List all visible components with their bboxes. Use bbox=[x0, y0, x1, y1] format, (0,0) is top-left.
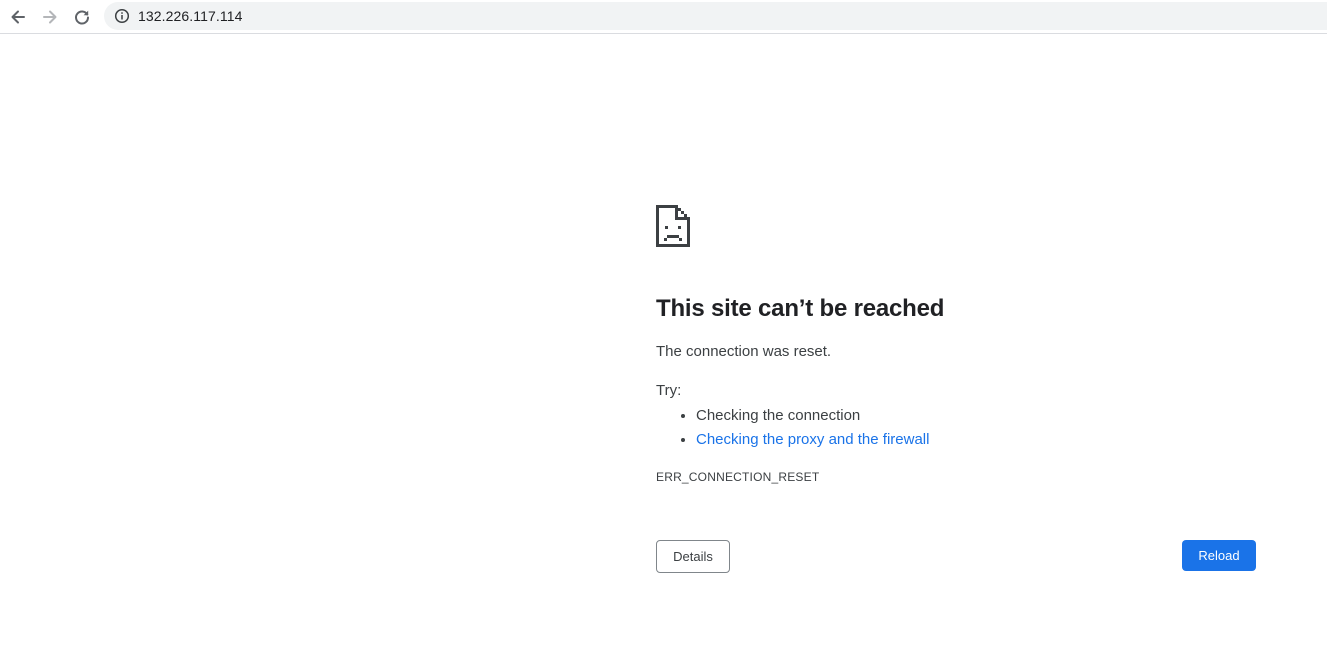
browser-toolbar: 132.226.117.114 bbox=[0, 0, 1327, 34]
arrow-right-icon bbox=[43, 10, 57, 24]
suggestion-text: Checking the connection bbox=[696, 407, 861, 424]
reload-button[interactable]: Reload bbox=[1182, 540, 1256, 571]
error-code: ERR_CONNECTION_RESET bbox=[656, 470, 820, 484]
suggestion-check-proxy-firewall[interactable]: Checking the proxy and the firewall bbox=[696, 428, 929, 452]
back-button[interactable] bbox=[5, 4, 31, 30]
suggestions-list: Checking the connection Checking the pro… bbox=[656, 404, 929, 452]
try-label: Try: bbox=[656, 382, 682, 399]
address-bar[interactable]: 132.226.117.114 bbox=[104, 2, 1327, 30]
forward-button[interactable] bbox=[37, 4, 63, 30]
info-icon[interactable] bbox=[114, 8, 130, 24]
suggestion-check-connection: Checking the connection bbox=[696, 404, 929, 428]
proxy-firewall-link[interactable]: Checking the proxy and the firewall bbox=[696, 431, 929, 448]
arrow-left-icon bbox=[11, 10, 25, 24]
sad-page-icon bbox=[656, 205, 690, 247]
error-title: This site can’t be reached bbox=[656, 295, 945, 322]
details-button[interactable]: Details bbox=[656, 540, 730, 573]
reload-page-button[interactable] bbox=[69, 4, 95, 30]
refresh-icon bbox=[75, 10, 89, 25]
url-text[interactable]: 132.226.117.114 bbox=[138, 8, 243, 24]
error-description: The connection was reset. bbox=[656, 343, 832, 360]
